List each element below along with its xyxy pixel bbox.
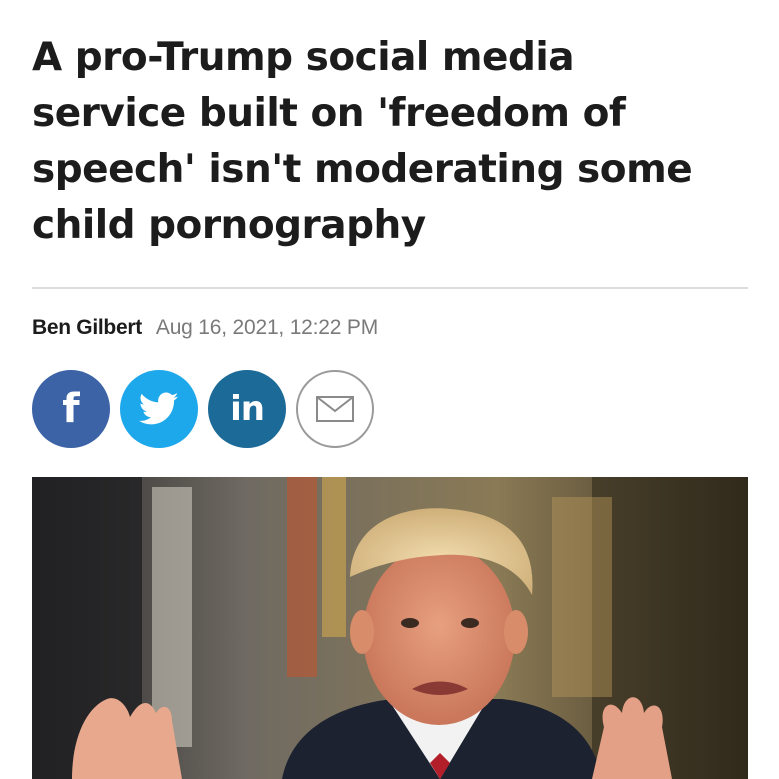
article-photo	[32, 477, 748, 779]
facebook-icon: f	[62, 386, 80, 432]
article-headline: A pro-Trump social media service built o…	[32, 35, 693, 248]
share-facebook-button[interactable]: f	[32, 370, 110, 448]
author-name[interactable]: Ben Gilbert	[32, 316, 142, 340]
twitter-icon	[139, 392, 179, 425]
publish-date: Aug 16, 2021, 12:22 PM	[155, 316, 378, 339]
mail-icon	[316, 396, 354, 422]
share-twitter-button[interactable]	[120, 370, 198, 448]
divider	[32, 287, 748, 289]
share-linkedin-button[interactable]: in	[208, 370, 286, 448]
photo-image	[32, 477, 748, 779]
share-buttons: f in	[32, 370, 374, 448]
byline: Ben Gilbert Aug 16, 2021, 12:22 PM	[32, 316, 378, 340]
share-email-button[interactable]	[296, 370, 374, 448]
linkedin-icon: in	[230, 389, 265, 429]
